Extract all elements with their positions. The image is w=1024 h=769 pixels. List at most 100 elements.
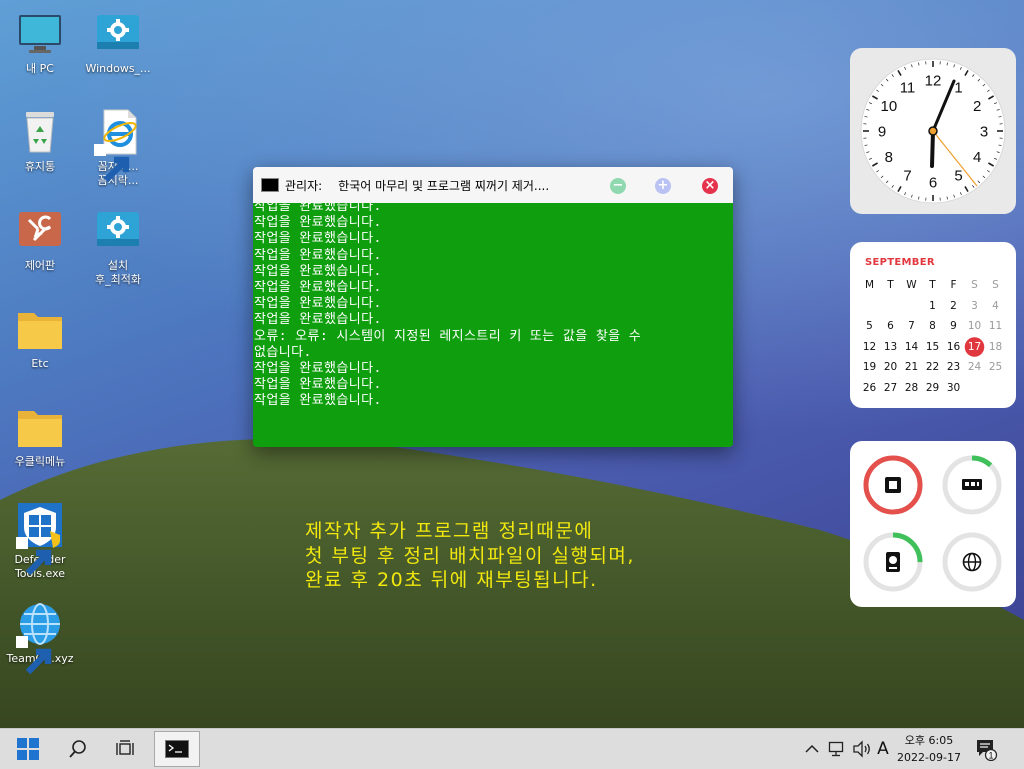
desktop-icon-recycle-bin[interactable]: 휴지통 — [0, 108, 80, 174]
desktop-icon-setup-optimize[interactable]: 설치 후_최적화 — [78, 207, 158, 287]
maximize-button[interactable]: + — [655, 178, 671, 194]
calendar-day[interactable]: 13 — [880, 337, 901, 358]
calendar-day[interactable]: 1 — [922, 296, 943, 317]
calendar-day[interactable]: 30 — [943, 378, 964, 399]
volume-icon — [852, 740, 872, 758]
cmd-output-line: 작업을 완료했습니다. — [254, 280, 725, 296]
calendar-day[interactable]: 9 — [943, 316, 964, 337]
calendar-day[interactable]: 12 — [859, 337, 880, 358]
calendar-month: SEPTEMBER — [865, 257, 935, 268]
windows-shield-icon — [16, 501, 64, 549]
input-method-button[interactable]: A — [874, 729, 892, 769]
desktop-icon-right-click-menu-folder[interactable]: 우클릭메뉴 — [0, 403, 80, 469]
desktop-icon-label: Windows_... — [78, 62, 158, 76]
calendar-weekday: S — [964, 275, 985, 296]
calendar-day[interactable]: 15 — [922, 337, 943, 358]
show-hidden-icons-button[interactable] — [803, 729, 821, 769]
cpu-icon — [885, 477, 901, 493]
desktop-icon-control-panel[interactable]: 제어판 — [0, 207, 80, 273]
desktop-icon-etc-folder[interactable]: Etc — [0, 305, 80, 371]
calendar-day[interactable]: 6 — [880, 316, 901, 337]
desktop-icon-windows-settings[interactable]: Windows_... — [78, 10, 158, 76]
cmd-output-line: 오류: 오류: 시스템이 지정된 레지스트리 키 또는 값을 찾을 수 — [254, 329, 725, 345]
desktop-icon-defender-tools[interactable]: Defender Tools.exe — [0, 501, 80, 581]
cmd-window[interactable]: 관리자: 한국어 마무리 및 프로그램 찌꺼기 제거.... − + × 작업을… — [253, 167, 733, 447]
cmd-titlebar[interactable]: 관리자: 한국어 마무리 및 프로그램 찌꺼기 제거.... − + × — [253, 167, 733, 203]
calendar-day[interactable]: 29 — [922, 378, 943, 399]
cmd-output[interactable]: 작업을 완료했습니다. 작업을 완료했습니다. 작업을 완료했습니다. 작업을 … — [253, 203, 733, 447]
task-view-button[interactable] — [107, 729, 143, 769]
settings-gear-icon — [94, 10, 142, 58]
cmd-output-line: 작업을 완료했습니다. — [254, 296, 725, 312]
calendar-day[interactable]: 19 — [859, 357, 880, 378]
calendar-day[interactable]: 4 — [985, 296, 1006, 317]
calendar-day[interactable]: 3 — [964, 296, 985, 317]
desktop-icon-teamos-shortcut[interactable]: TeamOS.xyz — [0, 600, 80, 666]
cmd-icon — [165, 740, 189, 758]
calendar-weekday: F — [943, 275, 964, 296]
clock-number: 2 — [973, 98, 981, 115]
recycle-bin-icon — [16, 108, 64, 156]
shortcut-arrow-icon — [94, 144, 106, 156]
tray-time: 오후 6:05 — [896, 732, 962, 749]
notice-line: 제작자 추가 프로그램 정리때문에 — [305, 519, 635, 544]
minimize-button[interactable]: − — [610, 178, 626, 194]
start-button[interactable] — [8, 729, 48, 769]
globe-icon — [16, 600, 64, 648]
desktop-icon-this-pc[interactable]: 내 PC — [0, 10, 80, 76]
calendar-day[interactable]: 16 — [943, 337, 964, 358]
calendar-weekday: T — [880, 275, 901, 296]
calendar-day[interactable]: 2 — [943, 296, 964, 317]
calendar-day[interactable]: 7 — [901, 316, 922, 337]
notification-center-button[interactable]: 1 — [972, 729, 1000, 769]
cmd-output-line: 작업을 완료했습니다. — [254, 248, 725, 264]
clock-widget[interactable]: 121234567891011 — [850, 48, 1016, 214]
search-button[interactable] — [60, 729, 96, 769]
calendar-day[interactable]: 8 — [922, 316, 943, 337]
tray-clock[interactable]: 오후 6:05 2022-09-17 — [896, 732, 962, 766]
calendar-empty — [880, 296, 901, 317]
taskbar-cmd-button[interactable] — [154, 731, 200, 767]
calendar-day[interactable]: 22 — [922, 357, 943, 378]
calendar-today[interactable]: 17 — [964, 337, 985, 358]
shortcut-arrow-icon — [16, 537, 28, 549]
volume-tray-button[interactable] — [850, 729, 874, 769]
disk-icon — [886, 552, 900, 572]
calendar-day[interactable]: 11 — [985, 316, 1006, 337]
cmd-title-admin: 관리자: — [285, 177, 322, 194]
calendar-day[interactable]: 24 — [964, 357, 985, 378]
calendar-day[interactable]: 28 — [901, 378, 922, 399]
calendar-empty — [985, 378, 1006, 399]
calendar-day[interactable]: 5 — [859, 316, 880, 337]
clock-number: 5 — [954, 168, 962, 185]
calendar-day[interactable]: 21 — [901, 357, 922, 378]
shortcut-arrow-icon — [16, 636, 28, 648]
memory-icon — [962, 479, 982, 490]
calendar-day[interactable]: 10 — [964, 316, 985, 337]
analog-clock: 121234567891011 — [850, 48, 1016, 214]
cmd-output-line: 작업을 완료했습니다. — [254, 215, 725, 231]
internet-explorer-icon — [94, 108, 142, 156]
calendar-day[interactable]: 18 — [985, 337, 1006, 358]
calendar-day[interactable]: 23 — [943, 357, 964, 378]
calendar-day[interactable]: 25 — [985, 357, 1006, 378]
notice-line: 완료 후 20초 뒤에 재부팅됩니다. — [305, 568, 635, 593]
calendar-day[interactable]: 14 — [901, 337, 922, 358]
resource-monitor-widget[interactable] — [850, 441, 1016, 607]
calendar-day[interactable]: 26 — [859, 378, 880, 399]
globe-icon — [964, 554, 981, 571]
reboot-notice: 제작자 추가 프로그램 정리때문에 첫 부팅 후 정리 배치파일이 실행되며, … — [305, 519, 635, 593]
calendar-widget[interactable]: SEPTEMBER MTWTFSS12345678910111213141516… — [850, 242, 1016, 408]
taskbar: A 오후 6:05 2022-09-17 1 — [0, 728, 1024, 769]
calendar-day[interactable]: 27 — [880, 378, 901, 399]
desktop-icon-ie-shortcut[interactable]: 꼼지락... 꼼지락... — [78, 108, 158, 188]
desktop-icon-label: 설치 — [78, 259, 158, 273]
desktop-icon-label: 후_최적화 — [78, 273, 158, 287]
network-tray-button[interactable] — [826, 729, 848, 769]
calendar-day[interactable]: 20 — [880, 357, 901, 378]
close-button[interactable]: × — [702, 178, 718, 194]
desktop-icon-label: 우클릭메뉴 — [0, 455, 80, 469]
desktop: 내 PC Windows_... 휴지통 꼼지락... 꼼지락... 제어판 설… — [0, 0, 1024, 728]
clock-number: 12 — [925, 73, 942, 90]
clock-number: 6 — [929, 175, 937, 192]
